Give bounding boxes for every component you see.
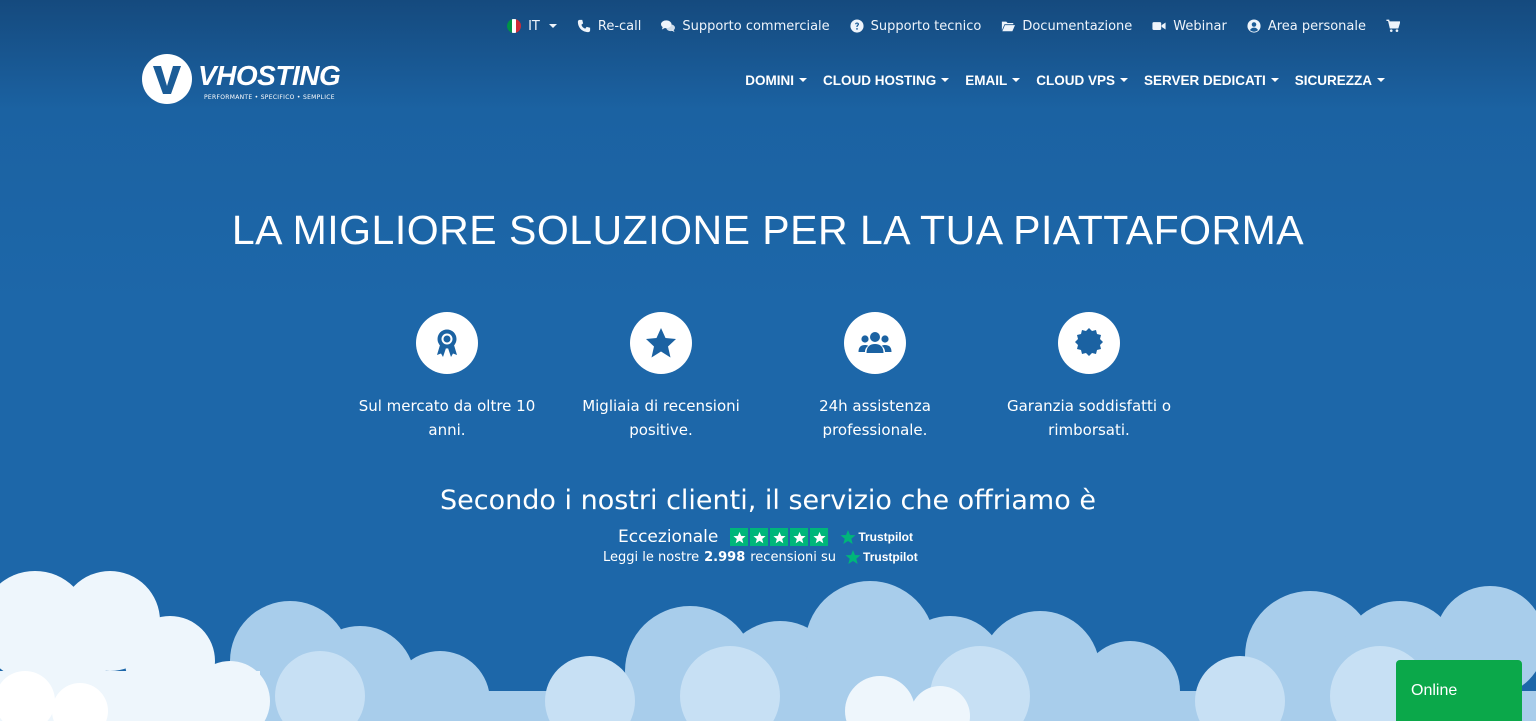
webinar-link[interactable]: Webinar bbox=[1152, 19, 1227, 34]
nav-label: CLOUD HOSTING bbox=[822, 72, 937, 88]
tech-support-link[interactable]: Supporto tecnico bbox=[850, 18, 982, 34]
sales-support-link[interactable]: Supporto commerciale bbox=[661, 18, 830, 34]
logo-v-icon bbox=[142, 54, 192, 104]
phone-icon bbox=[577, 19, 590, 33]
star-icon bbox=[790, 528, 809, 546]
main-navigation: DOMINI CLOUD HOSTING EMAIL CLOUD VPS SER… bbox=[745, 70, 1385, 90]
chevron-down-icon bbox=[1377, 78, 1385, 82]
nav-item-cloud-vps[interactable]: CLOUD VPS bbox=[1036, 73, 1128, 88]
chevron-down-icon bbox=[1012, 78, 1021, 82]
star-icon bbox=[750, 528, 769, 546]
language-label: IT bbox=[528, 18, 540, 34]
video-camera-icon bbox=[1152, 22, 1166, 30]
chevron-down-icon bbox=[941, 78, 950, 82]
cart-link[interactable] bbox=[1386, 19, 1400, 33]
vhosting-logo[interactable]: VHOSTING PERFORMANTE • SPECIFICO • SEMPL… bbox=[142, 54, 341, 104]
hero-title: LA MIGLIORE SOLUZIONE PER LA TUA PIATTAF… bbox=[231, 207, 1305, 253]
trustpilot-brand: Trustpilot bbox=[858, 530, 913, 544]
nav-item-email[interactable]: EMAIL bbox=[965, 72, 1021, 88]
certificate-icon bbox=[1058, 312, 1120, 374]
nav-item-sicurezza[interactable]: SICUREZZA bbox=[1295, 73, 1385, 88]
folder-open-icon bbox=[1002, 21, 1016, 32]
italy-flag-icon bbox=[507, 19, 522, 33]
nav-label: SERVER DEDICATI bbox=[1143, 72, 1266, 88]
chat-status-label: Online bbox=[1411, 682, 1458, 699]
live-chat-button[interactable]: Online bbox=[1396, 660, 1522, 721]
language-selector[interactable]: IT bbox=[507, 19, 557, 34]
logo-tagline: PERFORMANTE • SPECIFICO • SEMPLICE bbox=[204, 94, 335, 101]
sales-support-label: Supporto commerciale bbox=[682, 18, 830, 34]
nav-label: EMAIL bbox=[965, 72, 1008, 88]
features-row: Sul mercato da oltre 10 anni. Migliaia d… bbox=[340, 312, 1196, 442]
award-icon bbox=[416, 312, 478, 374]
feature-item: 24h assistenza professionale. bbox=[768, 312, 982, 442]
clouds-decoration bbox=[0, 571, 1536, 721]
star-icon bbox=[770, 528, 789, 546]
users-icon bbox=[844, 312, 906, 374]
tech-support-label: Supporto tecnico bbox=[870, 18, 982, 34]
reviews-heading: Secondo i nostri clienti, il servizio ch… bbox=[440, 485, 1096, 516]
shopping-cart-icon bbox=[1386, 19, 1400, 32]
top-utility-bar: IT Re-call Supporto commerciale Supporto… bbox=[507, 14, 1400, 38]
trustpilot-stars bbox=[730, 528, 829, 546]
chevron-down-icon bbox=[1119, 78, 1128, 82]
trustpilot-logo: Trustpilot bbox=[840, 529, 913, 545]
chevron-down-icon bbox=[1270, 78, 1279, 82]
webinar-label: Webinar bbox=[1173, 18, 1227, 34]
logo-name: VHOSTING bbox=[198, 60, 341, 91]
trustpilot-star-icon bbox=[840, 530, 856, 544]
user-circle-icon bbox=[1247, 19, 1261, 33]
documentation-label: Documentazione bbox=[1022, 18, 1133, 34]
star-icon bbox=[810, 528, 829, 546]
star-icon bbox=[630, 312, 692, 374]
question-circle-icon bbox=[850, 19, 864, 33]
trustpilot-widget[interactable]: Eccezionale Trustpilot bbox=[618, 527, 913, 547]
star-icon bbox=[730, 528, 749, 546]
nav-item-domini[interactable]: DOMINI bbox=[745, 73, 807, 88]
account-label: Area personale bbox=[1267, 18, 1366, 34]
recall-label: Re-call bbox=[597, 18, 642, 34]
chat-bubbles-icon bbox=[661, 20, 676, 33]
feature-item: Sul mercato da oltre 10 anni. bbox=[340, 312, 554, 442]
chevron-down-icon bbox=[798, 78, 807, 82]
feature-text: 24h assistenza professionale. bbox=[819, 397, 931, 439]
feature-item: Garanzia soddisfatti o rimborsati. bbox=[982, 312, 1196, 442]
feature-text: Sul mercato da oltre 10 anni. bbox=[358, 397, 536, 439]
nav-label: CLOUD VPS bbox=[1036, 72, 1115, 88]
documentation-link[interactable]: Documentazione bbox=[1001, 19, 1132, 34]
account-link[interactable]: Area personale bbox=[1247, 19, 1366, 34]
recall-link[interactable]: Re-call bbox=[577, 19, 641, 34]
nav-label: SICUREZZA bbox=[1294, 72, 1372, 88]
rating-label: Eccezionale bbox=[618, 527, 719, 547]
nav-label: DOMINI bbox=[745, 72, 794, 88]
feature-item: Migliaia di recensioni positive. bbox=[554, 312, 768, 442]
nav-item-server-dedicati[interactable]: SERVER DEDICATI bbox=[1144, 73, 1279, 88]
feature-text: Migliaia di recensioni positive. bbox=[582, 397, 740, 439]
feature-text: Garanzia soddisfatti o rimborsati. bbox=[1006, 397, 1172, 439]
chevron-down-icon bbox=[548, 24, 557, 28]
nav-item-cloud-hosting[interactable]: CLOUD HOSTING bbox=[822, 72, 950, 88]
